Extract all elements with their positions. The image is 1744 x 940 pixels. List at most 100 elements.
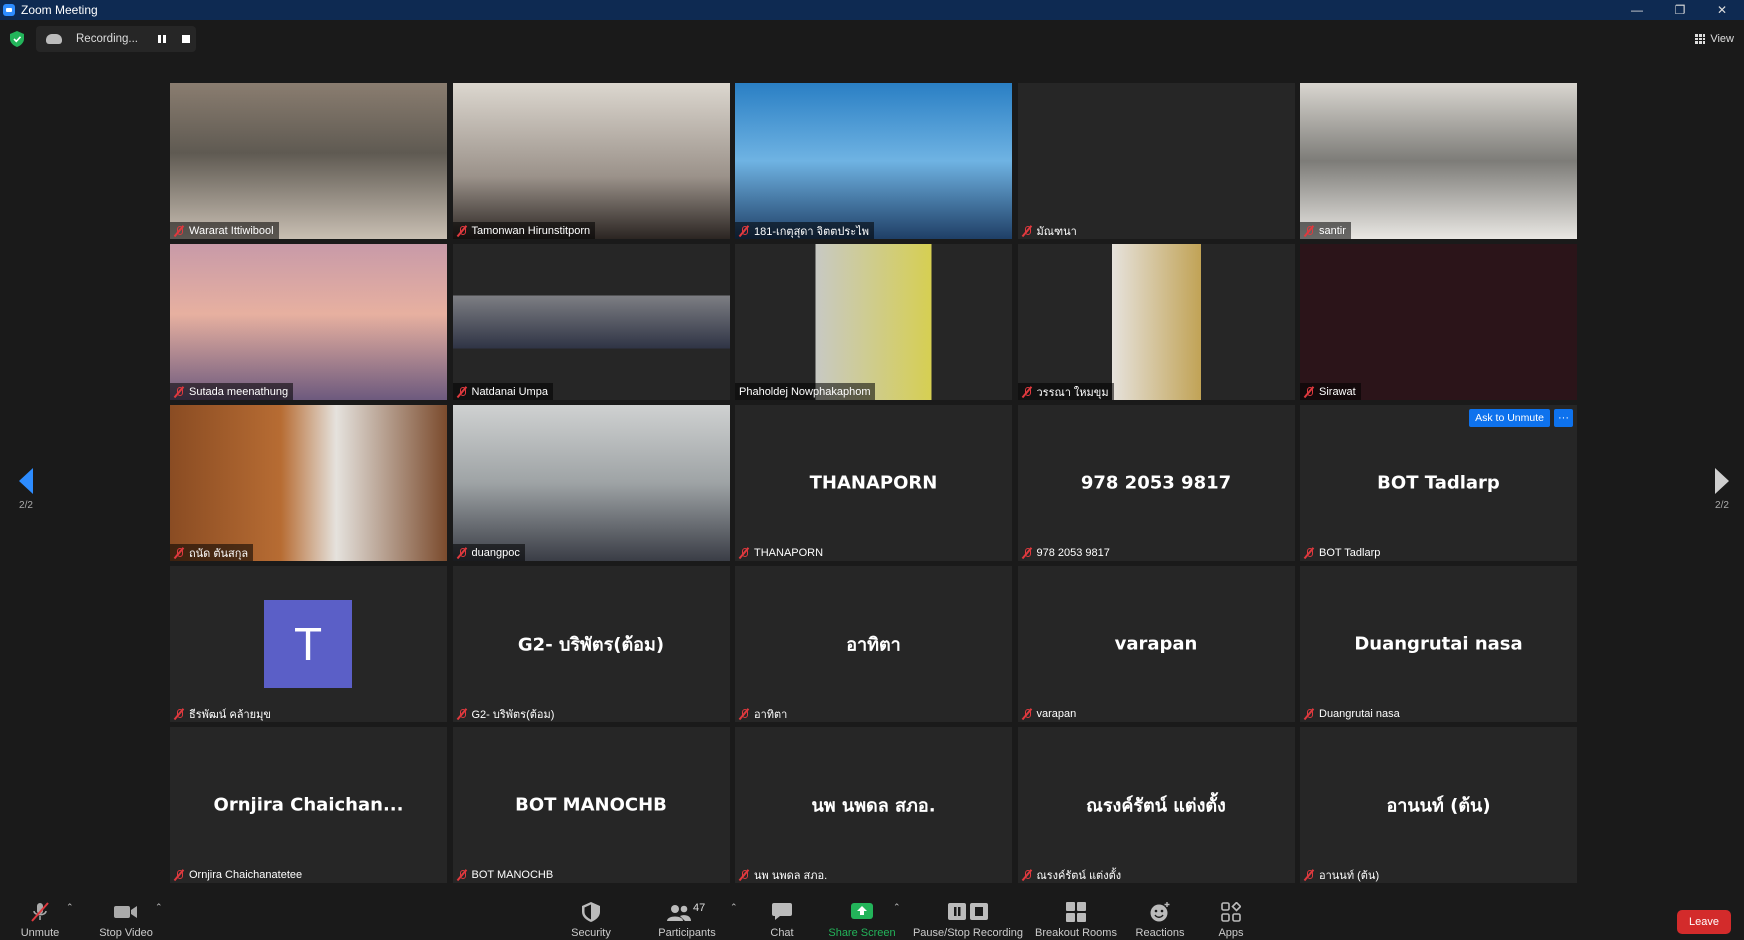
microphone-muted-icon [172,707,186,721]
participant-name-bar: duangpoc [452,544,525,561]
page-indicator-right: 2/2 [1715,500,1729,511]
participant-tile[interactable]: Sirawat [1300,244,1577,400]
participant-name: Tamonwan Hirunstitporn [471,224,591,237]
share-options-chevron-icon[interactable]: ⌃ [893,902,901,913]
participant-tile[interactable]: santir [1300,83,1577,239]
microphone-muted-icon [1302,385,1316,399]
participant-name: BOT MANOCHB [471,868,554,881]
microphone-muted-icon [172,385,186,399]
pause-recording-button[interactable] [158,35,166,43]
reactions-label: Reactions [1135,927,1185,939]
video-options-chevron-icon[interactable]: ⌃ [155,902,163,913]
restore-button[interactable]: ❐ [1660,0,1700,20]
pause-stop-recording-icon [946,901,990,923]
audio-options-chevron-icon[interactable]: ⌃ [66,902,74,913]
participant-tile[interactable]: Tamonwan Hirunstitporn [452,83,730,239]
participant-name: Natdanai Umpa [471,385,548,398]
breakout-rooms-button[interactable]: Breakout Rooms [1034,890,1118,940]
participant-tile[interactable]: วรรณา ใหมขุม [1017,244,1295,400]
unmute-button[interactable]: Unmute [14,890,66,940]
stop-video-button[interactable]: Stop Video [96,890,156,940]
participant-tile[interactable]: Wararat Ittiwibool [170,83,447,239]
participant-tile[interactable]: T ธีรพัฒน์ คล้ายมุข [170,566,447,722]
participant-video [1017,244,1295,400]
participant-tile[interactable]: ณรงค์รัตน์ แต่งตั้ง ณรงค์รัตน์ แต่งตั้ง [1017,727,1295,883]
participant-name: มัณฑนา [1036,225,1077,238]
participant-tile[interactable]: อาทิตา อาทิตา [735,566,1012,722]
leave-button[interactable]: Leave [1677,910,1731,934]
security-button[interactable]: Security [566,890,616,940]
more-options-button[interactable]: ··· [1554,409,1573,427]
participant-tile[interactable]: Phaholdej Nowphakaphom [735,244,1012,400]
stop-recording-button[interactable] [182,35,190,43]
reactions-button[interactable]: Reactions [1132,890,1188,940]
participant-tile[interactable]: BOT MANOCHB BOT MANOCHB [452,727,730,883]
participants-options-chevron-icon[interactable]: ⌃ [730,902,738,913]
participant-name: 181-เกตุสุดา จิตตประไพ [754,225,869,238]
microphone-muted-icon [1020,707,1034,721]
participant-tile[interactable]: ถนัด ตันสกุล [170,405,447,561]
participant-video [452,83,730,239]
participant-name: ธีรพัฒน์ คล้ายมุข [189,708,271,721]
microphone-muted-icon [1302,224,1316,238]
next-page-button[interactable]: 2/2 [1702,468,1742,511]
participant-video [170,244,447,400]
participant-tile[interactable]: 978 2053 9817 978 2053 9817 [1017,405,1295,561]
arrow-left-icon [19,468,33,494]
view-button[interactable]: View [1695,28,1734,50]
meeting-controls: Unmute ⌃ Stop Video ⌃ Security 47 Partic… [0,890,1744,940]
participant-name-bar: Duangrutai nasa [1300,705,1405,722]
participant-video [170,83,447,239]
participant-tile[interactable]: BOT Tadlarp Ask to Unmute ··· BOT Tadlarp [1300,405,1577,561]
participant-tile[interactable]: duangpoc [452,405,730,561]
microphone-muted-icon [172,224,186,238]
participant-tile[interactable]: มัณฑนา [1017,83,1295,239]
participant-tile[interactable]: Ornjira Chaichan... Ornjira Chaichanatete… [170,727,447,883]
pause-stop-recording-label: Pause/Stop Recording [912,927,1024,939]
participant-name: ถนัด ตันสกุล [189,547,249,560]
microphone-muted-icon [455,385,469,399]
view-label: View [1710,33,1734,45]
participant-display-name: 978 2053 9817 [1080,472,1232,494]
participant-tile[interactable]: G2- บริพัตร(ต้อม) G2- บริพัตร(ต้อม) [452,566,730,722]
participant-tile[interactable]: นพ นพดล สภอ. นพ นพดล สภอ. [735,727,1012,883]
participant-name: Phaholdej Nowphakaphom [739,385,871,398]
participant-display-name: อานนท์ (ต้น) [1386,795,1491,817]
participant-display-name: G2- บริพัตร(ต้อม) [517,634,665,656]
participant-tile[interactable]: 181-เกตุสุดา จิตตประไพ [735,83,1012,239]
participant-display-name: THANAPORN [809,472,938,494]
participant-video [1300,244,1577,400]
participant-name: อานนท์ (ต้น) [1319,869,1380,882]
shield-icon[interactable] [10,31,24,47]
participant-tile[interactable]: varapan varapan [1017,566,1295,722]
participant-tile[interactable]: THANAPORN THANAPORN [735,405,1012,561]
breakout-rooms-icon [1064,901,1088,923]
participant-name-bar: Ornjira Chaichanatetee [170,866,307,883]
close-button[interactable]: ✕ [1702,0,1742,20]
microphone-muted-icon [737,707,751,721]
reactions-smiley-icon [1148,901,1172,923]
chat-bubble-icon [770,901,794,923]
participant-tile[interactable]: Duangrutai nasa Duangrutai nasa [1300,566,1577,722]
ask-to-unmute-button[interactable]: Ask to Unmute [1469,409,1550,427]
chat-button[interactable]: Chat [762,890,802,940]
participant-name-bar: Sirawat [1300,383,1361,400]
participant-display-name: varapan [1114,633,1198,655]
previous-page-button[interactable]: 2/2 [6,468,46,511]
participant-name-bar: นพ นพดล สภอ. [735,866,832,883]
participant-name-bar: Sutada meenathung [170,383,294,400]
participant-name: Sutada meenathung [189,385,289,398]
pause-stop-recording-button[interactable]: Pause/Stop Recording [912,890,1024,940]
participants-button[interactable]: 47 Participants [654,890,720,940]
share-screen-button[interactable]: Share Screen [828,890,896,940]
minimize-button[interactable]: — [1617,0,1657,20]
participant-tile[interactable]: Sutada meenathung [170,244,447,400]
participant-tile[interactable]: Natdanai Umpa [452,244,730,400]
participant-name: Wararat Ittiwibool [189,224,274,237]
participant-tile[interactable]: อานนท์ (ต้น) อานนท์ (ต้น) [1300,727,1577,883]
participant-display-name: BOT Tadlarp [1377,472,1500,494]
participant-name: duangpoc [471,546,520,559]
apps-button[interactable]: Apps [1214,890,1248,940]
participant-name: นพ นพดล สภอ. [754,869,828,882]
grid-icon [1695,34,1706,44]
